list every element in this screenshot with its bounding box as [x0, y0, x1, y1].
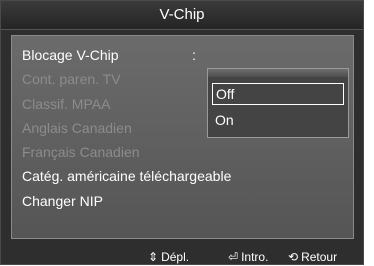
window-title: V-Chip — [1, 1, 363, 30]
enter-hint-label: Intro. — [241, 250, 269, 264]
menu-item-classif-mpaa: Classif. MPAA — [22, 95, 111, 112]
menu-item-categ-americaine[interactable]: Catég. américaine téléchargeable — [22, 164, 231, 188]
menu-item-blocage-vchip[interactable]: Blocage V-Chip — [22, 43, 231, 67]
menu-item-cont-paren-tv: Cont. paren. TV — [22, 71, 121, 88]
vchip-dropdown[interactable]: Off On — [207, 68, 349, 138]
menu-item-francais-canadien: Français Canadien — [22, 144, 140, 161]
vchip-osd-window: V-Chip Blocage V-Chip Cont. paren. TV Cl… — [0, 0, 364, 265]
value-separator: : — [192, 47, 196, 63]
dropdown-option-on[interactable]: On — [212, 110, 344, 132]
up-down-arrow-icon: ⇕ — [148, 250, 159, 264]
move-hint: ⇕ Dépl. — [148, 248, 189, 266]
return-hint-label: Retour — [301, 250, 338, 264]
menu-item-anglais-canadien: Anglais Canadien — [22, 119, 132, 136]
return-icon: ⟲ — [288, 250, 299, 264]
menu-list: Blocage V-Chip Cont. paren. TV Classif. … — [22, 43, 231, 213]
dropdown-option-off[interactable]: Off — [212, 83, 344, 105]
menu-item-changer-nip[interactable]: Changer NIP — [22, 189, 231, 213]
enter-icon: ⏎ — [228, 250, 239, 264]
footer-hints: ⇕ Dépl. ⏎ Intro. ⟲ Retour — [1, 248, 363, 266]
return-hint: ⟲ Retour — [288, 248, 337, 266]
move-hint-label: Dépl. — [161, 250, 190, 264]
dropdown-header-strip — [208, 69, 348, 77]
menu-panel: Blocage V-Chip Cont. paren. TV Classif. … — [11, 35, 354, 239]
enter-hint: ⏎ Intro. — [228, 248, 268, 266]
